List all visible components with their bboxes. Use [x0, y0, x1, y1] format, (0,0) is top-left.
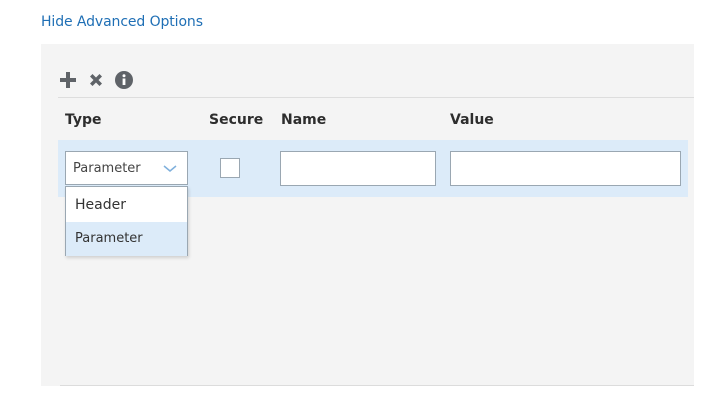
column-header-secure: Secure [209, 112, 264, 128]
name-input[interactable] [280, 151, 436, 186]
column-header-value: Value [450, 112, 494, 128]
secure-checkbox[interactable] [220, 158, 240, 178]
info-icon[interactable] [114, 70, 134, 90]
dropdown-option-header[interactable]: Header [66, 187, 187, 222]
hide-advanced-options-link[interactable]: Hide Advanced Options [41, 14, 203, 30]
type-select-value: Parameter [73, 161, 141, 176]
column-header-name: Name [281, 112, 327, 128]
plus-icon[interactable] [58, 70, 78, 90]
toolbar-divider [58, 97, 694, 98]
type-dropdown-menu: Header Parameter [65, 186, 188, 256]
dropdown-option-parameter[interactable]: Parameter [66, 222, 187, 256]
close-icon[interactable] [86, 70, 106, 90]
panel-bottom-divider [60, 385, 694, 386]
headers-toolbar [58, 68, 134, 92]
type-select[interactable]: Parameter [65, 151, 188, 185]
value-input[interactable] [450, 151, 681, 186]
chevron-down-icon [163, 163, 177, 173]
column-header-type: Type [65, 112, 102, 128]
